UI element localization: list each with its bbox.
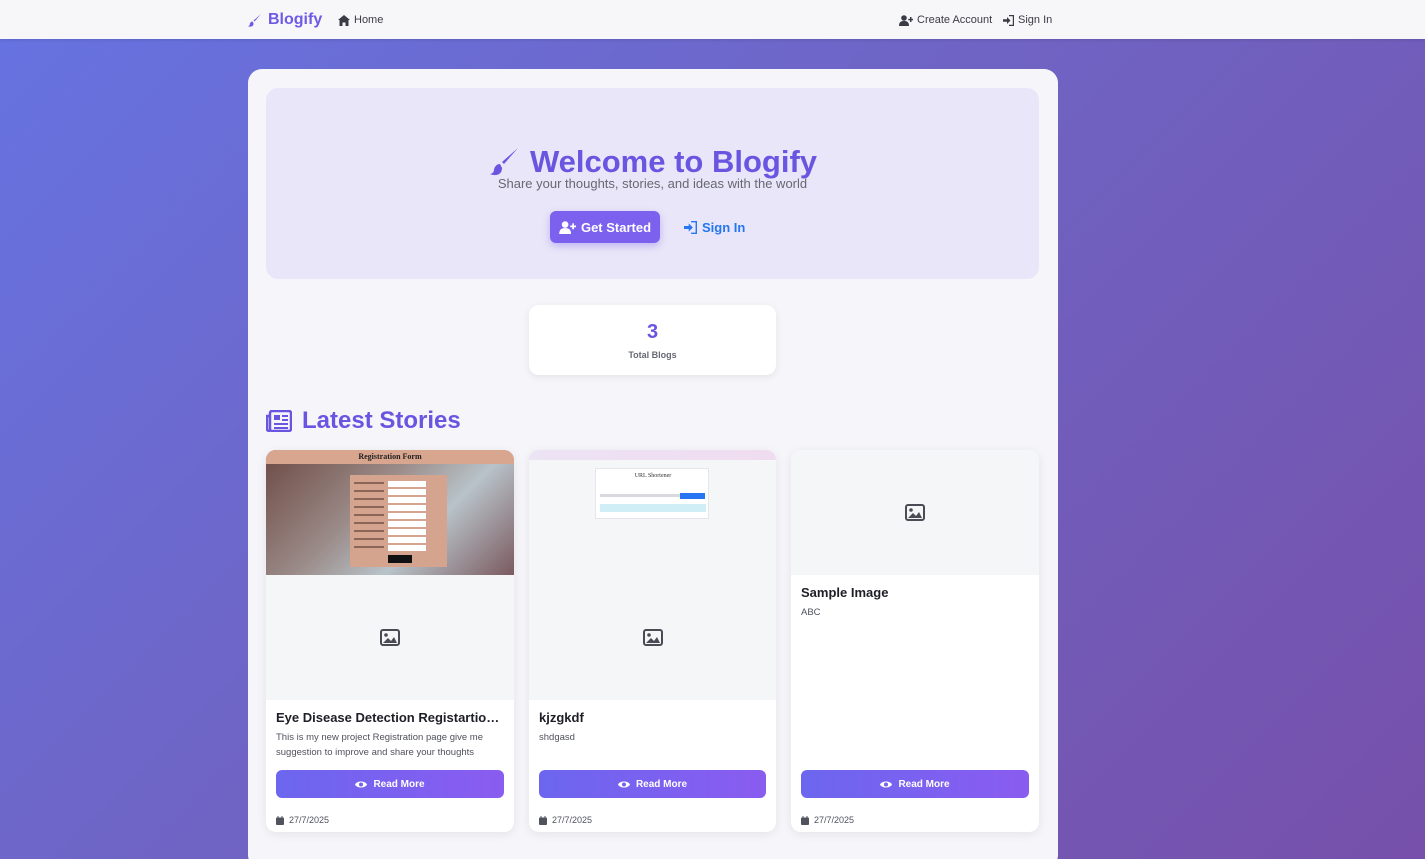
home-icon: [338, 14, 350, 26]
total-blogs-stat: 3 Total Blogs: [529, 305, 776, 375]
hero-sign-in-label: Sign In: [702, 219, 746, 235]
image-icon: [642, 629, 663, 646]
url-shortener-title: URL Shortener: [634, 473, 672, 479]
card-title[interactable]: Sample Image: [801, 585, 1029, 600]
user-plus-icon: [899, 14, 913, 26]
navbar: Blogify Home Create Account Sign In: [0, 0, 1425, 39]
url-shortener-screenshot[interactable]: URL Shortener: [529, 450, 776, 575]
card-date-text: 27/7/2025: [814, 815, 855, 825]
read-more-label: Read More: [898, 778, 950, 790]
hero-title: Welcome to Blogify: [266, 144, 1039, 180]
card-date-text: 27/7/2025: [552, 815, 593, 825]
card-title[interactable]: kjzgkdf: [539, 710, 767, 725]
calendar-icon: [801, 815, 809, 825]
hero-section: Welcome to Blogify Share your thoughts, …: [266, 88, 1039, 279]
read-more-button[interactable]: Read More: [801, 770, 1029, 798]
url-shortener-panel: URL Shortener: [595, 468, 709, 519]
brand-name: Blogify: [268, 11, 323, 28]
total-blogs-label: Total Blogs: [628, 350, 677, 360]
latest-stories-heading: Latest Stories: [266, 405, 461, 437]
hero-title-text: Welcome to Blogify: [529, 144, 818, 179]
nav-create-account-link[interactable]: Create Account: [899, 12, 992, 28]
read-more-label: Read More: [635, 778, 688, 790]
nav-sign-in-link[interactable]: Sign In: [1003, 12, 1052, 28]
sign-in-icon: [1003, 14, 1014, 26]
total-blogs-value: 3: [646, 321, 659, 343]
nav-home-label: Home: [354, 14, 384, 26]
get-started-label: Get Started: [580, 219, 652, 235]
image-icon: [905, 504, 925, 521]
newspaper-icon: [266, 410, 292, 432]
eye-icon: [617, 781, 630, 787]
brush-icon: [489, 148, 518, 176]
hero-subtitle: Share your thoughts, stories, and ideas …: [497, 176, 808, 191]
card-date: 27/7/2025: [801, 815, 854, 825]
nav-home-link[interactable]: Home: [338, 12, 383, 28]
eye-icon: [355, 781, 368, 787]
get-started-button[interactable]: Get Started: [550, 211, 660, 243]
image-placeholder: [791, 450, 1039, 575]
read-more-button[interactable]: Read More: [539, 770, 766, 798]
nav-create-account-label: Create Account: [917, 14, 993, 26]
brush-icon: [247, 13, 262, 27]
eye-icon: [880, 781, 893, 787]
read-more-button[interactable]: Read More: [276, 770, 504, 798]
user-plus-icon: [559, 220, 576, 234]
card-date: 27/7/2025: [539, 815, 592, 825]
main-container: Welcome to Blogify Share your thoughts, …: [248, 69, 1058, 859]
image-icon: [380, 629, 400, 646]
registration-form-title: Registration Form: [266, 450, 514, 464]
sign-in-icon: [684, 220, 697, 234]
calendar-icon: [539, 815, 547, 825]
latest-stories-title: Latest Stories: [302, 407, 461, 434]
story-card: Registration Form Eye Disease Detection …: [266, 450, 514, 832]
card-description: This is my new project Registration page…: [276, 732, 483, 758]
card-date: 27/7/2025: [276, 815, 329, 825]
card-description: ABC: [801, 607, 821, 618]
registration-form-screenshot[interactable]: Registration Form: [266, 450, 514, 575]
hero-sign-in-link[interactable]: Sign In: [684, 216, 745, 238]
story-card: URL Shortener kjzgkdf shdgasd Read More …: [529, 450, 776, 832]
card-description: shdgasd: [539, 732, 575, 743]
image-placeholder: [529, 575, 776, 700]
registration-form-panel: [350, 475, 447, 567]
card-date-text: 27/7/2025: [289, 815, 330, 825]
nav-sign-in-label: Sign In: [1018, 14, 1053, 26]
image-placeholder: [266, 575, 514, 700]
read-more-label: Read More: [373, 778, 425, 790]
brand-link[interactable]: Blogify: [247, 10, 322, 30]
story-card: Sample Image ABC Read More 27/7/2025: [791, 450, 1039, 832]
card-title[interactable]: Eye Disease Detection Registartion f...: [276, 710, 504, 725]
calendar-icon: [276, 815, 284, 825]
